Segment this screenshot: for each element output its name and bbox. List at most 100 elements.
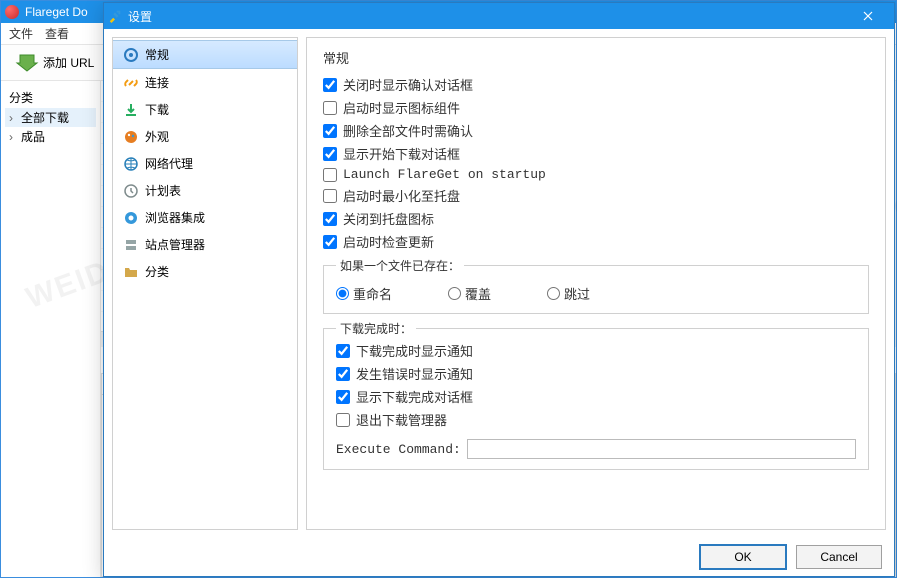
checkbox-label: 关闭时显示确认对话框 <box>343 75 473 94</box>
expand-icon[interactable]: › <box>9 130 19 144</box>
nav-site-manager[interactable]: 站点管理器 <box>113 231 297 258</box>
nav-scheduler[interactable]: 计划表 <box>113 177 297 204</box>
nav-label: 计划表 <box>145 182 181 199</box>
dialog-close-button[interactable] <box>846 3 890 29</box>
nav-proxy[interactable]: 网络代理 <box>113 150 297 177</box>
radio-input[interactable] <box>547 287 560 300</box>
checkbox-label: Launch FlareGet on startup <box>343 167 546 182</box>
radio-label: 覆盖 <box>465 284 491 303</box>
link-icon <box>123 75 139 91</box>
app-icon <box>5 5 19 19</box>
dialog-titlebar: 设置 <box>104 3 894 29</box>
checkbox[interactable] <box>323 189 337 203</box>
execute-command-row: Execute Command: <box>336 439 856 459</box>
server-icon <box>123 237 139 253</box>
checkbox[interactable] <box>336 344 350 358</box>
execute-command-input[interactable] <box>467 439 856 459</box>
check-confirm-delete-all[interactable]: 删除全部文件时需确认 <box>323 121 869 140</box>
nav-appearance[interactable]: 外观 <box>113 123 297 150</box>
categories-label: 分类 <box>5 87 96 108</box>
check-show-start-download-dialog[interactable]: 显示开始下载对话框 <box>323 144 869 163</box>
checkbox-label: 下载完成时显示通知 <box>356 341 473 360</box>
nav-categories[interactable]: 分类 <box>113 258 297 285</box>
download-arrow-icon <box>15 53 39 73</box>
checkbox-label: 关闭到托盘图标 <box>343 209 434 228</box>
download-complete-group: 下载完成时： 下载完成时显示通知 发生错误时显示通知 显示下载完成对话框 退出下… <box>323 320 869 470</box>
nav-label: 网络代理 <box>145 155 193 172</box>
browser-icon <box>123 210 139 226</box>
check-show-tray-widget[interactable]: 启动时显示图标组件 <box>323 98 869 117</box>
tree-item-all-downloads[interactable]: › 全部下载 <box>5 108 96 127</box>
cancel-button[interactable]: Cancel <box>796 545 882 569</box>
settings-page-general: 常规 关闭时显示确认对话框 启动时显示图标组件 删除全部文件时需确认 显示开始下… <box>306 37 886 530</box>
tree-item-finished[interactable]: › 成品 <box>5 127 96 146</box>
check-notify-complete[interactable]: 下载完成时显示通知 <box>336 341 856 360</box>
tree-item-label: 全部下载 <box>21 109 69 126</box>
nav-download[interactable]: 下载 <box>113 96 297 123</box>
checkbox[interactable] <box>323 101 337 115</box>
checkbox-label: 删除全部文件时需确认 <box>343 121 473 140</box>
radio-input[interactable] <box>448 287 461 300</box>
radio-rename[interactable]: 重命名 <box>336 284 392 303</box>
check-launch-on-startup[interactable]: Launch FlareGet on startup <box>323 167 869 182</box>
categories-panel: 分类 › 全部下载 › 成品 <box>1 81 101 577</box>
checkbox[interactable] <box>323 212 337 226</box>
globe-icon <box>123 156 139 172</box>
checkbox[interactable] <box>336 367 350 381</box>
add-url-label: 添加 URL <box>43 54 94 71</box>
checkbox-label: 显示下载完成对话框 <box>356 387 473 406</box>
radio-overwrite[interactable]: 覆盖 <box>448 284 491 303</box>
radio-label: 跳过 <box>564 284 590 303</box>
nav-label: 站点管理器 <box>145 236 205 253</box>
file-exists-legend: 如果一个文件已存在： <box>336 257 464 274</box>
checkbox[interactable] <box>323 124 337 138</box>
palette-icon <box>123 129 139 145</box>
check-minimize-to-tray-on-start[interactable]: 启动时最小化至托盘 <box>323 186 869 205</box>
check-exit-manager[interactable]: 退出下载管理器 <box>336 410 856 429</box>
check-confirm-close[interactable]: 关闭时显示确认对话框 <box>323 75 869 94</box>
nav-label: 下载 <box>145 101 169 118</box>
nav-label: 浏览器集成 <box>145 209 205 226</box>
download-icon <box>123 102 139 118</box>
checkbox-label: 启动时显示图标组件 <box>343 98 460 117</box>
expand-icon[interactable]: › <box>9 111 19 125</box>
nav-label: 常规 <box>145 46 169 63</box>
clock-icon <box>123 183 139 199</box>
menu-file[interactable]: 文件 <box>9 25 33 42</box>
nav-label: 连接 <box>145 74 169 91</box>
execute-command-label: Execute Command: <box>336 442 461 457</box>
radio-input[interactable] <box>336 287 349 300</box>
download-complete-legend: 下载完成时： <box>336 320 416 337</box>
checkbox[interactable] <box>323 78 337 92</box>
checkbox[interactable] <box>336 413 350 427</box>
checkbox[interactable] <box>323 147 337 161</box>
checkbox[interactable] <box>323 168 337 182</box>
dialog-footer: OK Cancel <box>104 538 894 576</box>
check-check-updates[interactable]: 启动时检查更新 <box>323 232 869 251</box>
folder-icon <box>123 264 139 280</box>
checkbox-label: 退出下载管理器 <box>356 410 447 429</box>
radio-label: 重命名 <box>353 284 392 303</box>
settings-dialog: 设置 常规 连接 下载 外观 网络代 <box>103 2 895 577</box>
check-notify-error[interactable]: 发生错误时显示通知 <box>336 364 856 383</box>
checkbox-label: 显示开始下载对话框 <box>343 144 460 163</box>
check-close-to-tray[interactable]: 关闭到托盘图标 <box>323 209 869 228</box>
checkbox-label: 发生错误时显示通知 <box>356 364 473 383</box>
ok-button[interactable]: OK <box>700 545 786 569</box>
wrench-icon <box>108 9 122 23</box>
check-show-complete-dialog[interactable]: 显示下载完成对话框 <box>336 387 856 406</box>
radio-skip[interactable]: 跳过 <box>547 284 590 303</box>
gear-icon <box>123 47 139 63</box>
nav-browser-integration[interactable]: 浏览器集成 <box>113 204 297 231</box>
menu-view[interactable]: 查看 <box>45 25 69 42</box>
add-url-button[interactable]: 添加 URL <box>9 51 100 75</box>
nav-connection[interactable]: 连接 <box>113 69 297 96</box>
dialog-body: 常规 连接 下载 外观 网络代理 计划表 <box>104 29 894 538</box>
checkbox[interactable] <box>323 235 337 249</box>
checkbox[interactable] <box>336 390 350 404</box>
file-exists-group: 如果一个文件已存在： 重命名 覆盖 跳过 <box>323 257 869 314</box>
close-icon <box>863 11 873 21</box>
nav-general[interactable]: 常规 <box>113 40 297 69</box>
nav-label: 分类 <box>145 263 169 280</box>
dialog-title: 设置 <box>128 8 846 25</box>
